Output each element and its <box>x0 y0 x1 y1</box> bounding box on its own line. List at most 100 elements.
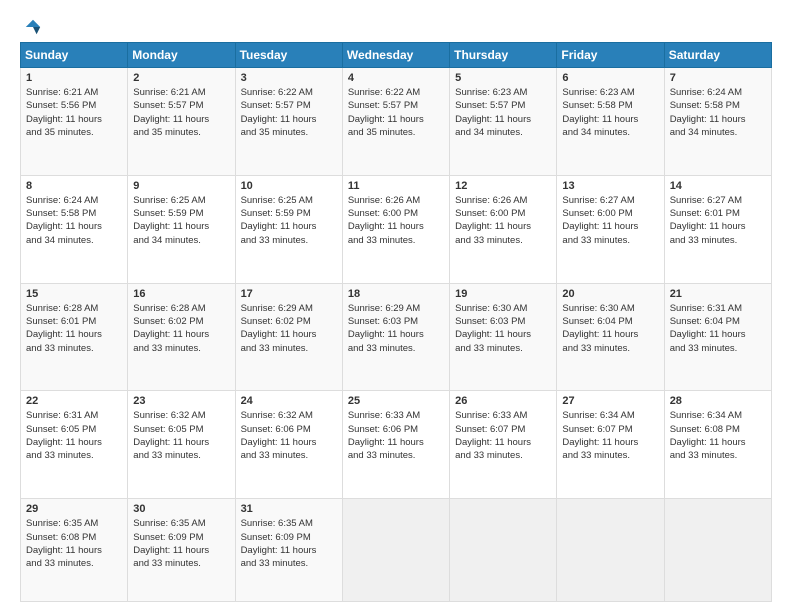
day-number: 17 <box>241 288 337 300</box>
weekday-header-wednesday: Wednesday <box>342 43 449 68</box>
day-info: Sunrise: 6:34 AMSunset: 6:07 PMDaylight:… <box>562 409 658 462</box>
calendar-week-5: 29 Sunrise: 6:35 AMSunset: 6:08 PMDaylig… <box>21 499 772 602</box>
calendar-cell: 24 Sunrise: 6:32 AMSunset: 6:06 PMDaylig… <box>235 391 342 499</box>
day-info: Sunrise: 6:28 AMSunset: 6:01 PMDaylight:… <box>26 302 122 355</box>
day-number: 15 <box>26 288 122 300</box>
day-number: 8 <box>26 180 122 192</box>
weekday-header-monday: Monday <box>128 43 235 68</box>
day-number: 24 <box>241 395 337 407</box>
calendar-cell: 31 Sunrise: 6:35 AMSunset: 6:09 PMDaylig… <box>235 499 342 602</box>
calendar-cell: 29 Sunrise: 6:35 AMSunset: 6:08 PMDaylig… <box>21 499 128 602</box>
day-number: 18 <box>348 288 444 300</box>
day-number: 1 <box>26 72 122 84</box>
day-info: Sunrise: 6:29 AMSunset: 6:02 PMDaylight:… <box>241 302 337 355</box>
day-info: Sunrise: 6:24 AMSunset: 5:58 PMDaylight:… <box>26 194 122 247</box>
calendar-cell: 16 Sunrise: 6:28 AMSunset: 6:02 PMDaylig… <box>128 283 235 391</box>
day-number: 11 <box>348 180 444 192</box>
calendar-cell: 5 Sunrise: 6:23 AMSunset: 5:57 PMDayligh… <box>450 68 557 176</box>
calendar-cell: 23 Sunrise: 6:32 AMSunset: 6:05 PMDaylig… <box>128 391 235 499</box>
day-number: 21 <box>670 288 766 300</box>
calendar-cell: 14 Sunrise: 6:27 AMSunset: 6:01 PMDaylig… <box>664 175 771 283</box>
calendar-week-1: 1 Sunrise: 6:21 AMSunset: 5:56 PMDaylight… <box>21 68 772 176</box>
calendar-cell: 30 Sunrise: 6:35 AMSunset: 6:09 PMDaylig… <box>128 499 235 602</box>
day-number: 14 <box>670 180 766 192</box>
day-info: Sunrise: 6:27 AMSunset: 6:01 PMDaylight:… <box>670 194 766 247</box>
calendar-cell: 28 Sunrise: 6:34 AMSunset: 6:08 PMDaylig… <box>664 391 771 499</box>
day-info: Sunrise: 6:35 AMSunset: 6:08 PMDaylight:… <box>26 517 122 570</box>
day-number: 7 <box>670 72 766 84</box>
day-info: Sunrise: 6:28 AMSunset: 6:02 PMDaylight:… <box>133 302 229 355</box>
day-info: Sunrise: 6:23 AMSunset: 5:58 PMDaylight:… <box>562 86 658 139</box>
weekday-header-friday: Friday <box>557 43 664 68</box>
day-info: Sunrise: 6:30 AMSunset: 6:04 PMDaylight:… <box>562 302 658 355</box>
calendar-cell: 12 Sunrise: 6:26 AMSunset: 6:00 PMDaylig… <box>450 175 557 283</box>
logo-icon <box>24 18 42 36</box>
calendar-cell: 25 Sunrise: 6:33 AMSunset: 6:06 PMDaylig… <box>342 391 449 499</box>
day-info: Sunrise: 6:29 AMSunset: 6:03 PMDaylight:… <box>348 302 444 355</box>
day-number: 27 <box>562 395 658 407</box>
day-info: Sunrise: 6:32 AMSunset: 6:06 PMDaylight:… <box>241 409 337 462</box>
day-info: Sunrise: 6:26 AMSunset: 6:00 PMDaylight:… <box>348 194 444 247</box>
calendar-cell <box>557 499 664 602</box>
day-number: 20 <box>562 288 658 300</box>
day-info: Sunrise: 6:33 AMSunset: 6:06 PMDaylight:… <box>348 409 444 462</box>
calendar-week-2: 8 Sunrise: 6:24 AMSunset: 5:58 PMDayligh… <box>21 175 772 283</box>
day-info: Sunrise: 6:30 AMSunset: 6:03 PMDaylight:… <box>455 302 551 355</box>
day-info: Sunrise: 6:31 AMSunset: 6:05 PMDaylight:… <box>26 409 122 462</box>
day-number: 30 <box>133 503 229 515</box>
day-number: 13 <box>562 180 658 192</box>
day-number: 12 <box>455 180 551 192</box>
calendar-cell: 2 Sunrise: 6:21 AMSunset: 5:57 PMDayligh… <box>128 68 235 176</box>
day-number: 16 <box>133 288 229 300</box>
calendar-cell <box>342 499 449 602</box>
day-number: 29 <box>26 503 122 515</box>
day-number: 9 <box>133 180 229 192</box>
day-number: 31 <box>241 503 337 515</box>
day-info: Sunrise: 6:22 AMSunset: 5:57 PMDaylight:… <box>241 86 337 139</box>
day-info: Sunrise: 6:21 AMSunset: 5:56 PMDaylight:… <box>26 86 122 139</box>
day-number: 3 <box>241 72 337 84</box>
calendar-cell: 19 Sunrise: 6:30 AMSunset: 6:03 PMDaylig… <box>450 283 557 391</box>
calendar-cell: 26 Sunrise: 6:33 AMSunset: 6:07 PMDaylig… <box>450 391 557 499</box>
day-number: 5 <box>455 72 551 84</box>
day-info: Sunrise: 6:27 AMSunset: 6:00 PMDaylight:… <box>562 194 658 247</box>
day-number: 10 <box>241 180 337 192</box>
calendar-cell: 1 Sunrise: 6:21 AMSunset: 5:56 PMDaylight… <box>21 68 128 176</box>
day-info: Sunrise: 6:33 AMSunset: 6:07 PMDaylight:… <box>455 409 551 462</box>
weekday-header-sunday: Sunday <box>21 43 128 68</box>
calendar-cell: 22 Sunrise: 6:31 AMSunset: 6:05 PMDaylig… <box>21 391 128 499</box>
calendar-cell: 17 Sunrise: 6:29 AMSunset: 6:02 PMDaylig… <box>235 283 342 391</box>
calendar-cell <box>450 499 557 602</box>
calendar-week-4: 22 Sunrise: 6:31 AMSunset: 6:05 PMDaylig… <box>21 391 772 499</box>
calendar-cell: 21 Sunrise: 6:31 AMSunset: 6:04 PMDaylig… <box>664 283 771 391</box>
day-info: Sunrise: 6:21 AMSunset: 5:57 PMDaylight:… <box>133 86 229 139</box>
calendar-cell: 6 Sunrise: 6:23 AMSunset: 5:58 PMDayligh… <box>557 68 664 176</box>
day-number: 19 <box>455 288 551 300</box>
day-info: Sunrise: 6:23 AMSunset: 5:57 PMDaylight:… <box>455 86 551 139</box>
calendar-cell: 8 Sunrise: 6:24 AMSunset: 5:58 PMDayligh… <box>21 175 128 283</box>
logo <box>20 18 42 32</box>
day-info: Sunrise: 6:35 AMSunset: 6:09 PMDaylight:… <box>133 517 229 570</box>
calendar-week-3: 15 Sunrise: 6:28 AMSunset: 6:01 PMDaylig… <box>21 283 772 391</box>
calendar-cell: 15 Sunrise: 6:28 AMSunset: 6:01 PMDaylig… <box>21 283 128 391</box>
day-number: 26 <box>455 395 551 407</box>
day-info: Sunrise: 6:31 AMSunset: 6:04 PMDaylight:… <box>670 302 766 355</box>
day-number: 6 <box>562 72 658 84</box>
calendar-cell: 7 Sunrise: 6:24 AMSunset: 5:58 PMDayligh… <box>664 68 771 176</box>
day-info: Sunrise: 6:32 AMSunset: 6:05 PMDaylight:… <box>133 409 229 462</box>
day-number: 25 <box>348 395 444 407</box>
calendar-cell: 20 Sunrise: 6:30 AMSunset: 6:04 PMDaylig… <box>557 283 664 391</box>
weekday-header-saturday: Saturday <box>664 43 771 68</box>
calendar-cell: 3 Sunrise: 6:22 AMSunset: 5:57 PMDayligh… <box>235 68 342 176</box>
weekday-header-row: SundayMondayTuesdayWednesdayThursdayFrid… <box>21 43 772 68</box>
day-info: Sunrise: 6:24 AMSunset: 5:58 PMDaylight:… <box>670 86 766 139</box>
day-number: 22 <box>26 395 122 407</box>
weekday-header-tuesday: Tuesday <box>235 43 342 68</box>
day-info: Sunrise: 6:22 AMSunset: 5:57 PMDaylight:… <box>348 86 444 139</box>
day-number: 4 <box>348 72 444 84</box>
calendar-cell: 11 Sunrise: 6:26 AMSunset: 6:00 PMDaylig… <box>342 175 449 283</box>
calendar-cell: 27 Sunrise: 6:34 AMSunset: 6:07 PMDaylig… <box>557 391 664 499</box>
day-info: Sunrise: 6:26 AMSunset: 6:00 PMDaylight:… <box>455 194 551 247</box>
page: SundayMondayTuesdayWednesdayThursdayFrid… <box>0 0 792 612</box>
calendar-table: SundayMondayTuesdayWednesdayThursdayFrid… <box>20 42 772 602</box>
